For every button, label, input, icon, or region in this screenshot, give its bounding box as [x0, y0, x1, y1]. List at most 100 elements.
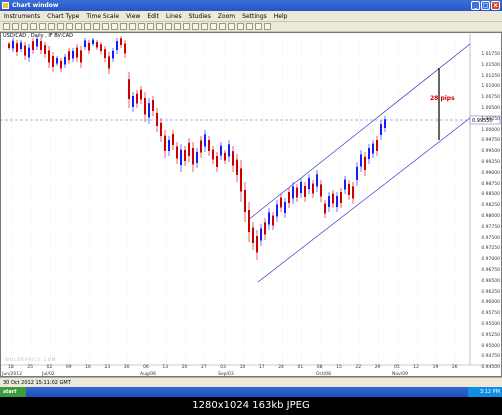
- candle-body: [336, 196, 338, 207]
- toolbar-button[interactable]: [210, 23, 217, 30]
- menu-help[interactable]: Help: [274, 11, 288, 22]
- candle-body: [84, 40, 86, 47]
- price-axis-tick: 1.01000: [481, 84, 500, 90]
- toolbar-button[interactable]: [255, 23, 262, 30]
- candle-body: [368, 148, 370, 159]
- toolbar-button[interactable]: [174, 23, 181, 30]
- candle-body: [72, 50, 74, 59]
- candle-body: [80, 50, 82, 63]
- price-axis-tick: 0.94500: [481, 365, 500, 371]
- candle-body: [356, 166, 358, 180]
- toolbar-button[interactable]: [75, 23, 82, 30]
- toolbar-button[interactable]: [57, 23, 64, 30]
- candle-body: [224, 152, 226, 161]
- date-axis-tick: 16: [85, 365, 91, 370]
- toolbar-button[interactable]: [183, 23, 190, 30]
- price-axis-tick: 0.98750: [481, 181, 500, 187]
- price-axis-tick: 0.96500: [481, 278, 500, 284]
- minimize-button[interactable]: _: [471, 1, 480, 10]
- candle-body: [360, 154, 362, 167]
- candle-body: [264, 222, 266, 235]
- candle-body: [196, 152, 198, 163]
- toolbar-button[interactable]: [237, 23, 244, 30]
- menu-studies[interactable]: Studies: [189, 11, 211, 22]
- toolbar-button[interactable]: [39, 23, 46, 30]
- toolbar-button[interactable]: [30, 23, 37, 30]
- toolbar-button[interactable]: [156, 23, 163, 30]
- candle-body: [348, 184, 350, 195]
- image-viewer-caption: 1280x1024 163kb JPEG: [0, 397, 502, 415]
- toolbar-button[interactable]: [165, 23, 172, 30]
- menu-time-scale[interactable]: Time Scale: [86, 11, 119, 22]
- candle-body: [168, 140, 170, 151]
- candle-body: [276, 204, 278, 217]
- toolbar-button[interactable]: [147, 23, 154, 30]
- candle-body: [324, 203, 326, 214]
- date-axis-tick: 20: [181, 365, 188, 370]
- toolbar-button[interactable]: [192, 23, 199, 30]
- candle-body: [240, 168, 242, 192]
- price-axis-tick: 0.98250: [481, 203, 500, 209]
- candle-body: [172, 134, 174, 145]
- date-axis-tick: 08: [316, 365, 323, 370]
- toolbar-button[interactable]: [129, 23, 136, 30]
- price-axis-tick: 0.96000: [481, 300, 500, 306]
- start-button[interactable]: start: [0, 387, 26, 397]
- candle-body: [176, 146, 178, 159]
- app-icon: [2, 2, 9, 9]
- candle-body: [308, 178, 310, 189]
- toolbar-button[interactable]: [264, 23, 271, 30]
- candle-body: [248, 210, 250, 232]
- price-axis-tick: 1.01250: [481, 73, 500, 79]
- price-axis-tick: 0.97000: [481, 257, 500, 263]
- candle-body: [188, 142, 190, 156]
- close-button[interactable]: x: [491, 1, 500, 10]
- price-axis-tick: 0.98000: [481, 214, 500, 219]
- menu-lines[interactable]: Lines: [166, 11, 182, 22]
- toolbar-button[interactable]: [12, 23, 19, 30]
- price-chart[interactable]: 0.9955028 pips: [0, 32, 502, 377]
- menu-zoom[interactable]: Zoom: [218, 11, 235, 22]
- date-axis-tick: 03: [220, 365, 227, 370]
- toolbar-button[interactable]: [228, 23, 235, 30]
- candle-body: [184, 150, 186, 161]
- candle-body: [344, 179, 346, 190]
- menu-view[interactable]: View: [126, 11, 140, 22]
- candle-body: [252, 227, 254, 243]
- price-axis-tick: 0.94750: [481, 354, 500, 360]
- maximize-button[interactable]: □: [481, 1, 490, 10]
- menu-chart-type[interactable]: Chart Type: [47, 11, 79, 22]
- date-axis-tick: 10: [239, 365, 246, 370]
- toolbar-button[interactable]: [21, 23, 28, 30]
- candle-body: [48, 50, 50, 63]
- candle-body: [320, 184, 322, 197]
- toolbar-button[interactable]: [246, 23, 253, 30]
- price-axis-tick: 1.00500: [481, 106, 500, 111]
- candle-body: [36, 38, 38, 47]
- toolbar-button[interactable]: [3, 23, 10, 30]
- candle-body: [228, 144, 230, 157]
- toolbar-button[interactable]: [48, 23, 55, 30]
- candle-body: [364, 156, 366, 170]
- candle-body: [56, 58, 58, 64]
- price-axis-tick: 0.95750: [481, 311, 500, 317]
- toolbar-button[interactable]: [120, 23, 127, 30]
- menu-settings[interactable]: Settings: [242, 11, 267, 22]
- menubar: Instruments Chart Type Time Scale View E…: [0, 11, 502, 22]
- candle-body: [132, 96, 134, 107]
- toolbar: [0, 22, 502, 32]
- toolbar-button[interactable]: [111, 23, 118, 30]
- toolbar-button[interactable]: [201, 23, 208, 30]
- candle-body: [288, 192, 290, 203]
- toolbar-button[interactable]: [219, 23, 226, 30]
- candle-body: [236, 159, 238, 175]
- candle-body: [340, 192, 342, 203]
- price-axis-tick: 0.95000: [481, 343, 500, 349]
- toolbar-button[interactable]: [102, 23, 109, 30]
- toolbar-button[interactable]: [84, 23, 91, 30]
- toolbar-button[interactable]: [66, 23, 73, 30]
- menu-instruments[interactable]: Instruments: [4, 11, 40, 22]
- menu-edit[interactable]: Edit: [147, 11, 159, 22]
- toolbar-button[interactable]: [138, 23, 145, 30]
- toolbar-button[interactable]: [93, 23, 100, 30]
